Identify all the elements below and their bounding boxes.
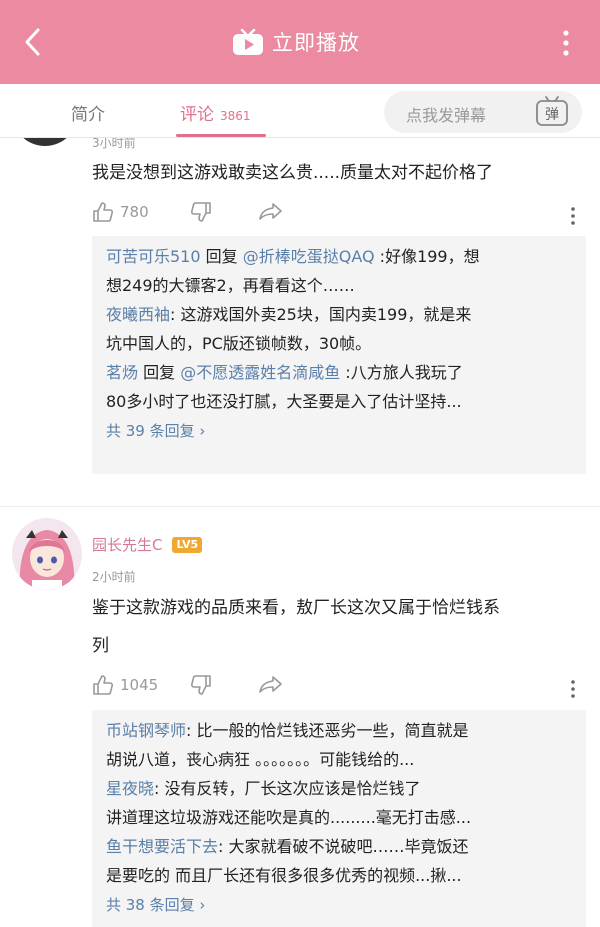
comment-actions: 780 xyxy=(92,201,582,231)
share-button[interactable] xyxy=(258,674,284,696)
active-tab-indicator xyxy=(176,134,266,137)
thumbs-down-icon xyxy=(190,675,211,695)
share-arrow-icon xyxy=(259,203,282,220)
page-title: 立即播放 xyxy=(272,31,360,55)
reply-box: 可苦可乐510 回复 @折棒吃蛋挞QAQ :好像199，想 想249的大镖客2，… xyxy=(92,236,586,474)
reply-text-cont: 胡说八道，丧心病狂 。。。。。。。可能钱给的... xyxy=(106,750,415,769)
avatar[interactable] xyxy=(12,138,78,146)
reply-text-cont: 80多小时了也还没打腻，大圣要是入了估计坚持... xyxy=(106,392,462,411)
reply-item[interactable]: 可苦可乐510 回复 @折棒吃蛋挞QAQ :好像199，想 xyxy=(106,242,572,271)
comment-divider xyxy=(0,506,600,507)
comment-text: 我是没想到这游戏敢卖这么贵.....质量太对不起价格了 xyxy=(92,163,494,183)
like-button[interactable]: 780 xyxy=(92,201,149,223)
reply-user[interactable]: 星夜晓 xyxy=(106,779,154,798)
like-count: 780 xyxy=(120,203,149,221)
tab-comments[interactable]: 评论 3861 xyxy=(180,100,251,125)
comment-time: 3小时前 xyxy=(92,138,136,150)
reply-user[interactable]: 币站钢琴师 xyxy=(106,721,186,740)
dislike-button[interactable] xyxy=(190,201,212,223)
thumbs-up-icon xyxy=(93,675,114,695)
reply-item[interactable]: 夜曦西袖: 这游戏国外卖25块，国内卖199，就是来 xyxy=(106,300,572,329)
comment-text-cont: 列 xyxy=(92,636,109,656)
danmaku-toggle-icon[interactable]: 弹 xyxy=(534,95,570,129)
reply-text: :好像199，想 xyxy=(374,247,480,266)
reply-box: 币站钢琴师: 比一般的恰烂钱还恶劣一些，简直就是 胡说八道，丧心病狂 。。。。。… xyxy=(92,710,586,927)
reply-text: : 比一般的恰烂钱还恶劣一些，简直就是 xyxy=(186,721,469,740)
view-more-replies-link[interactable]: 共 38 条回复 › xyxy=(106,890,572,920)
author-name: 园长先生C xyxy=(92,536,163,554)
reply-user[interactable]: 鱼干想要活下去 xyxy=(106,837,218,856)
reply-text: : 没有反转，厂长这次应该是恰烂钱了 xyxy=(154,779,421,798)
like-button[interactable]: 1045 xyxy=(92,674,158,696)
reply-item[interactable]: 星夜晓: 没有反转，厂长这次应该是恰烂钱了 xyxy=(106,774,572,803)
vertical-dots-icon[interactable] xyxy=(556,26,576,60)
comment-actions: 1045 xyxy=(92,674,582,704)
top-bar: 立即播放 xyxy=(0,0,600,84)
reply-user[interactable]: 夜曦西袖 xyxy=(106,305,170,324)
reply-item[interactable]: 鱼干想要活下去: 大家就看破不说破吧……毕竟饭还 xyxy=(106,832,572,861)
comment-list: 3小时前 我是没想到这游戏敢卖这么贵.....质量太对不起价格了 780 可苦可… xyxy=(0,138,600,927)
play-now-button[interactable]: 立即播放 xyxy=(232,24,360,60)
reply-keyword: 回复 xyxy=(200,247,243,266)
view-more-replies-link[interactable]: 共 39 条回复 › xyxy=(106,416,572,446)
comment-author[interactable]: 园长先生C LV5 xyxy=(92,534,203,555)
comment-count: 3861 xyxy=(220,109,251,123)
chevron-left-icon[interactable] xyxy=(18,24,48,60)
thumbs-down-icon xyxy=(190,202,211,222)
reply-user[interactable]: 可苦可乐510 xyxy=(106,247,201,266)
tab-comments-label: 评论 xyxy=(180,105,214,125)
reply-text-cont: 坑中国人的，PC版还锁帧数，30帧。 xyxy=(106,334,372,353)
tv-play-icon xyxy=(233,28,263,55)
tab-intro[interactable]: 简介 xyxy=(71,100,105,125)
level-badge: LV5 xyxy=(172,537,203,553)
thumbs-up-icon xyxy=(93,202,114,222)
reply-mention[interactable]: @不愿透露姓名滴咸鱼 xyxy=(180,363,340,382)
comment-time: 2小时前 xyxy=(92,570,136,584)
like-count: 1045 xyxy=(120,676,159,694)
share-button[interactable] xyxy=(258,201,284,223)
reply-user[interactable]: 茗炀 xyxy=(106,363,138,382)
reply-item[interactable]: 币站钢琴师: 比一般的恰烂钱还恶劣一些，简直就是 xyxy=(106,716,572,745)
anime-girl-avatar-icon xyxy=(12,518,82,590)
avatar[interactable] xyxy=(12,518,82,590)
reply-text-cont: 是要吃的 而且厂长还有很多很多优秀的视频...揪... xyxy=(106,866,462,885)
reply-text: :八方旅人我玩了 xyxy=(340,363,463,382)
dislike-button[interactable] xyxy=(190,674,212,696)
reply-keyword: 回复 xyxy=(138,363,181,382)
reply-text-cont: 想249的大镖客2，再看看这个…… xyxy=(106,276,355,295)
reply-text: : 大家就看破不说破吧……毕竟饭还 xyxy=(218,837,469,856)
reply-mention[interactable]: @折棒吃蛋挞QAQ xyxy=(243,247,375,266)
comment-more-icon[interactable] xyxy=(566,679,580,699)
danmaku-input[interactable]: 点我发弹幕 弹 xyxy=(384,91,582,133)
danmaku-button-label: 弹 xyxy=(545,107,559,123)
danmaku-placeholder: 点我发弹幕 xyxy=(406,106,487,125)
comment-more-icon[interactable] xyxy=(566,206,580,226)
share-arrow-icon xyxy=(259,676,282,693)
comment-text: 鉴于这款游戏的品质来看，敖厂长这次又属于恰烂钱系 xyxy=(92,598,500,618)
reply-text-cont: 讲道理这垃圾游戏还能吹是真的.........毫无打击感... xyxy=(106,808,472,827)
reply-item[interactable]: 茗炀 回复 @不愿透露姓名滴咸鱼 :八方旅人我玩了 xyxy=(106,358,572,387)
reply-text: : 这游戏国外卖25块，国内卖199，就是来 xyxy=(170,305,472,324)
